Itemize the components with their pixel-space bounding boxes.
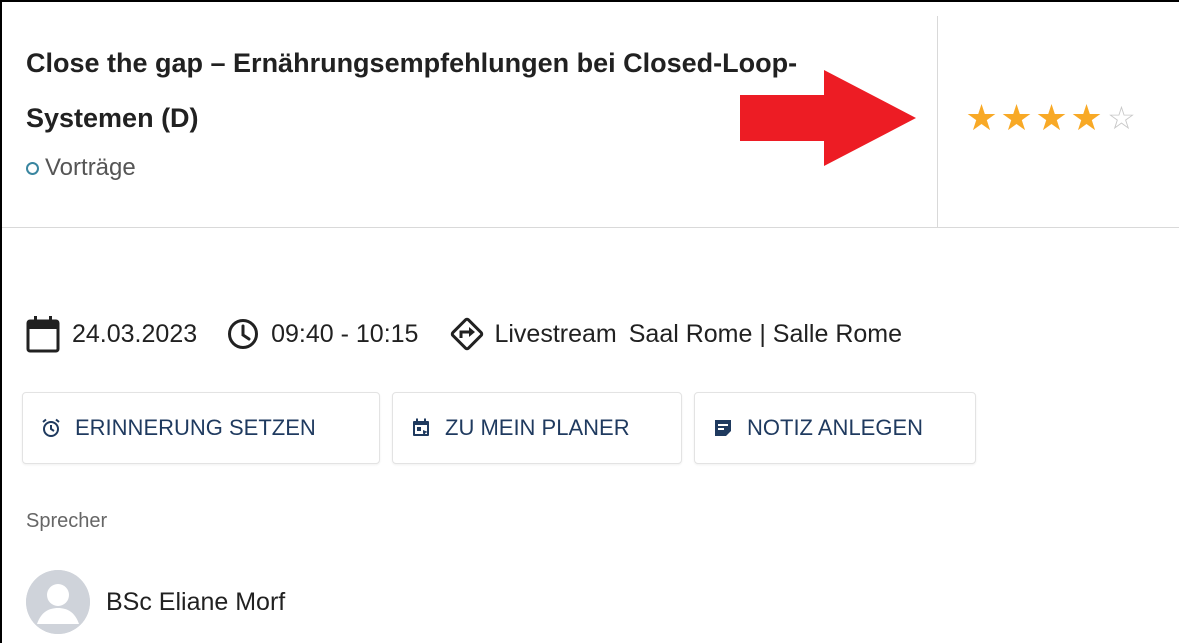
session-time: 09:40 - 10:15 — [271, 319, 419, 348]
header-divider — [937, 16, 938, 228]
session-category-label: Vorträge — [45, 154, 136, 181]
directions-icon — [448, 315, 486, 353]
session-room: Saal Rome | Salle Rome — [628, 319, 903, 348]
alarm-icon — [41, 418, 61, 438]
annotation-arrow — [740, 70, 916, 166]
star-filled-icon[interactable]: ★ — [999, 98, 1034, 138]
avatar — [26, 570, 90, 634]
session-header: Close the gap – Ernährungsempfehlungen b… — [2, 2, 1179, 228]
clock-icon — [227, 318, 259, 350]
create-note-label: NOTIZ ANLEGEN — [747, 415, 924, 440]
category-ring-icon — [26, 161, 39, 175]
note-icon — [713, 418, 733, 438]
session-category[interactable]: Vorträge — [26, 154, 136, 182]
star-empty-icon[interactable]: ☆ — [1104, 98, 1139, 138]
add-to-planner-label: ZU MEIN PLANER — [445, 415, 630, 440]
session-detail-panel: Close the gap – Ernährungsempfehlungen b… — [0, 0, 1179, 643]
star-filled-icon[interactable]: ★ — [1034, 98, 1069, 138]
session-date: 24.03.2023 — [72, 319, 198, 348]
star-rating[interactable]: ★ ★ ★ ★ ☆ — [964, 98, 1139, 138]
speaker-name: BSc Eliane Morf — [106, 587, 286, 616]
calendar-add-icon — [411, 418, 431, 438]
star-filled-icon[interactable]: ★ — [964, 98, 999, 138]
speaker-item[interactable]: BSc Eliane Morf — [26, 570, 285, 634]
add-to-planner-button[interactable]: ZU MEIN PLANER — [392, 392, 682, 464]
set-reminder-button[interactable]: ERINNERUNG SETZEN — [22, 392, 380, 464]
create-note-button[interactable]: NOTIZ ANLEGEN — [694, 392, 976, 464]
set-reminder-label: ERINNERUNG SETZEN — [75, 415, 316, 440]
speakers-heading: Sprecher — [26, 510, 108, 532]
calendar-icon — [26, 315, 60, 353]
session-mode: Livestream — [494, 319, 617, 348]
star-filled-icon[interactable]: ★ — [1069, 98, 1104, 138]
session-meta: 24.03.2023 09:40 - 10:15 Livestream Saal… — [26, 312, 902, 356]
